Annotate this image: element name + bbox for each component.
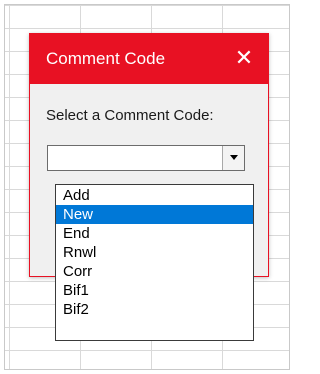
list-item-rnwl[interactable]: Rnwl [56, 243, 253, 262]
comment-code-label: Select a Comment Code: [46, 107, 214, 124]
comment-code-dropdown-list[interactable]: Add New End Rnwl Corr Bif1 Bif2 [55, 184, 254, 341]
list-item-bif1[interactable]: Bif1 [56, 281, 253, 300]
close-button[interactable]: ✕ [226, 40, 262, 76]
dropdown-button[interactable] [222, 146, 244, 170]
dialog-titlebar: Comment Code ✕ [30, 34, 268, 84]
list-item-new[interactable]: New [56, 205, 253, 224]
list-item-bif2[interactable]: Bif2 [56, 300, 253, 319]
list-item-add[interactable]: Add [56, 186, 253, 205]
list-item-corr[interactable]: Corr [56, 262, 253, 281]
dialog-title: Comment Code [46, 49, 166, 68]
comment-code-combobox[interactable] [47, 145, 245, 171]
close-icon: ✕ [234, 45, 254, 70]
list-item-end[interactable]: End [56, 224, 253, 243]
chevron-down-icon [229, 155, 238, 160]
